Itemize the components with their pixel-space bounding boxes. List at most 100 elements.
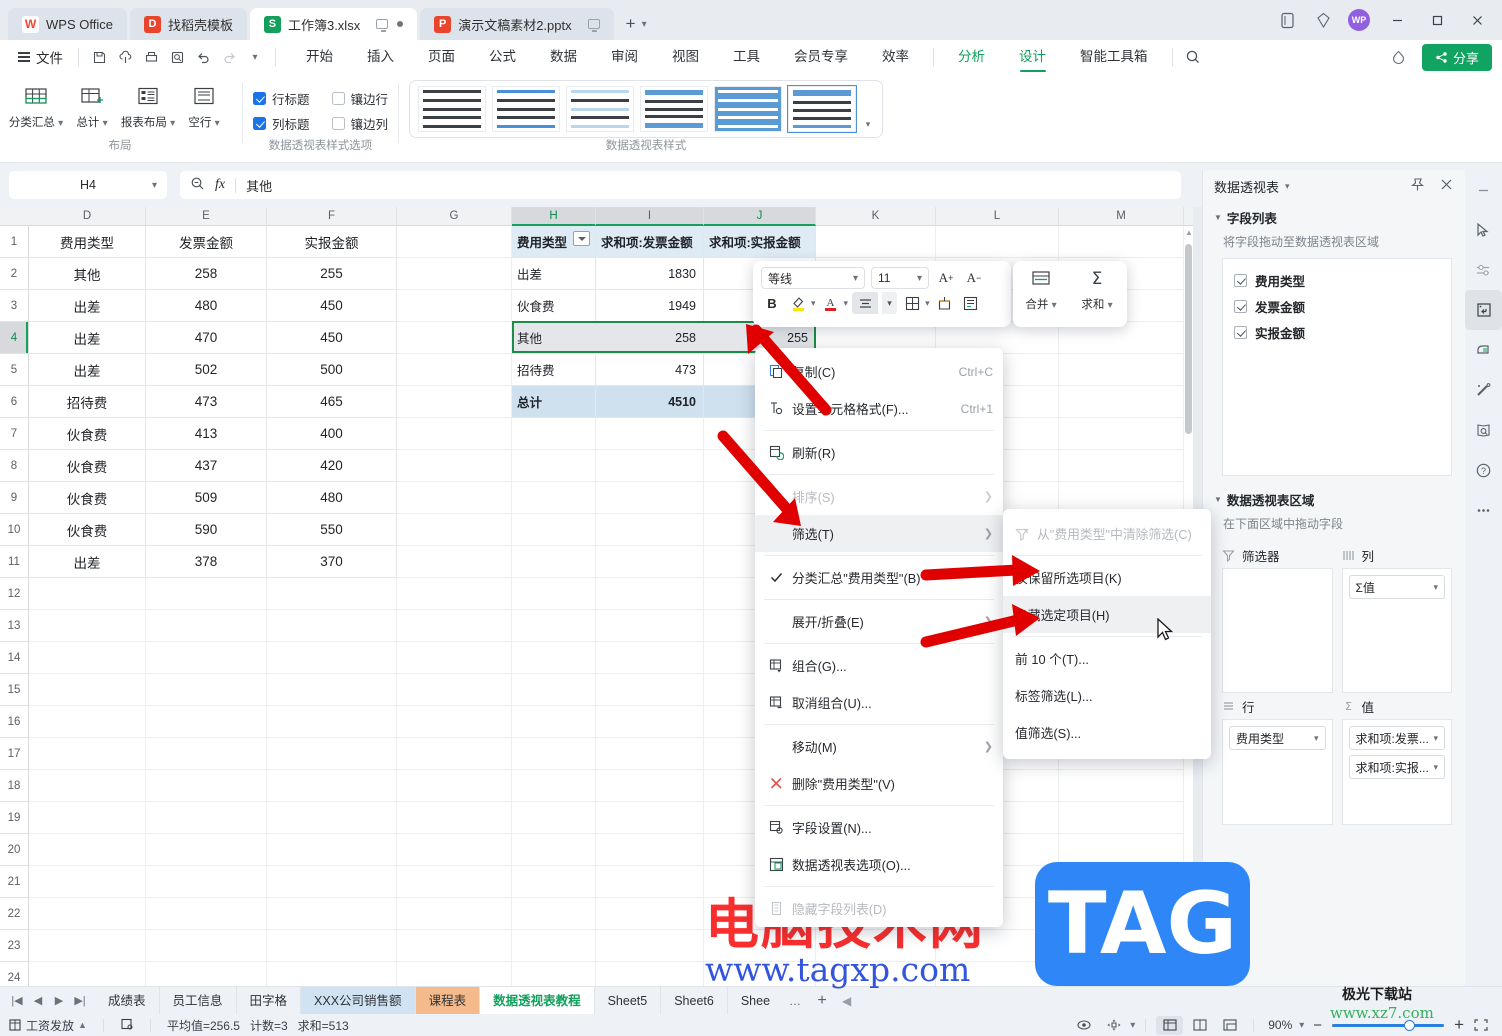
eye-view-icon[interactable] xyxy=(1070,1016,1097,1035)
gallery-more-icon[interactable]: ▾ xyxy=(862,86,874,132)
tab-view[interactable]: 视图 xyxy=(655,40,716,74)
col-header-H[interactable]: H xyxy=(512,207,596,226)
font-size-select[interactable]: 11 ▾ xyxy=(871,267,929,289)
search-icon[interactable] xyxy=(1180,44,1206,70)
grid-cell-empty[interactable] xyxy=(512,642,596,674)
grid-cell-empty[interactable] xyxy=(596,578,704,610)
page-layout-icon[interactable] xyxy=(1186,1016,1213,1035)
print-icon[interactable] xyxy=(138,44,164,70)
grid-cell-empty[interactable] xyxy=(816,226,936,258)
menu-item-10[interactable]: 展开/折叠(E) ❯ xyxy=(755,603,1003,640)
floating-mini-toolbar[interactable]: 等线 ▾ 11 ▾ A + A − B ▾ A ▾ ▾ ▾ xyxy=(753,261,1011,327)
grid-cell-empty[interactable] xyxy=(146,962,267,986)
grid-cell-empty[interactable] xyxy=(397,386,512,418)
grid-cell-empty[interactable] xyxy=(29,706,146,738)
grid-cell-empty[interactable] xyxy=(596,450,704,482)
tab-design[interactable]: 设计 xyxy=(1002,40,1063,74)
grid-cell-empty[interactable] xyxy=(512,930,596,962)
source-cell-actual[interactable]: 500 xyxy=(267,354,397,386)
pivot-cell-type[interactable]: 招待费 xyxy=(512,354,596,386)
field-item-expense-type[interactable]: 费用类型 xyxy=(1223,267,1451,293)
close-button[interactable] xyxy=(1458,5,1496,35)
chevron-down-icon[interactable]: ▾ xyxy=(1433,762,1438,773)
grid-cell-empty[interactable] xyxy=(29,802,146,834)
grid-cell-empty[interactable] xyxy=(267,578,397,610)
field-item-invoice-amount[interactable]: 发票金额 xyxy=(1223,293,1451,319)
chevron-down-icon[interactable]: ▾ xyxy=(152,180,157,191)
grid-cell-empty[interactable] xyxy=(267,802,397,834)
grid-cell-empty[interactable] xyxy=(1059,834,1184,866)
row-header-4[interactable]: 4 xyxy=(0,322,29,354)
cursor-icon[interactable] xyxy=(1465,210,1502,250)
chevron-down-icon[interactable]: ▾ xyxy=(1433,733,1438,744)
source-cell-actual[interactable]: 420 xyxy=(267,450,397,482)
pivot-style-thumb[interactable] xyxy=(640,86,709,132)
grid-cell-empty[interactable] xyxy=(146,834,267,866)
source-cell-actual[interactable]: 450 xyxy=(267,290,397,322)
grid-cell-empty[interactable] xyxy=(29,610,146,642)
collapse-rail-icon[interactable] xyxy=(1465,170,1502,210)
field-list-section-header[interactable]: ▼ 字段列表 xyxy=(1203,202,1465,230)
grid-cell-empty[interactable] xyxy=(397,866,512,898)
grid-cell-empty[interactable] xyxy=(512,514,596,546)
grid-cell-empty[interactable] xyxy=(146,642,267,674)
submenu-item-5[interactable]: 前 10 个(T)... xyxy=(1003,640,1211,677)
format-painter-icon[interactable] xyxy=(934,292,956,314)
grid-cell-empty[interactable] xyxy=(397,226,512,258)
source-cell-actual[interactable]: 255 xyxy=(267,258,397,290)
filter-submenu[interactable]: 从"费用类型"中清除筛选(C) 仅保留所选项目(K) 隐藏选定项目(H) 前 10 个… xyxy=(1003,509,1211,759)
value-field-pill-invoice[interactable]: 求和项:发票... ▾ xyxy=(1348,726,1445,750)
grid-cell-empty[interactable] xyxy=(397,546,512,578)
source-cell-type[interactable]: 出差 xyxy=(29,354,146,386)
grid-cell-empty[interactable] xyxy=(397,802,512,834)
row-header-5[interactable]: 5 xyxy=(0,354,29,386)
submenu-item-6[interactable]: 标签筛选(L)... xyxy=(1003,677,1211,714)
chevron-down-icon[interactable]: ▾ xyxy=(844,298,849,309)
sheet-tab-tianzige[interactable]: 田字格 xyxy=(237,986,302,1015)
scroll-down-icon[interactable]: ▼ xyxy=(1185,974,1193,984)
grid-cell-empty[interactable] xyxy=(146,706,267,738)
col-header-G[interactable]: G xyxy=(397,207,512,226)
grid-cell-empty[interactable] xyxy=(512,546,596,578)
settings-sliders-icon[interactable] xyxy=(1465,250,1502,290)
pivot-total-label[interactable]: 总计 xyxy=(512,386,596,418)
grid-cell-empty[interactable] xyxy=(397,322,512,354)
grid-cell-empty[interactable] xyxy=(29,674,146,706)
fullscreen-icon[interactable] xyxy=(1467,1016,1494,1035)
recording-macro-icon[interactable] xyxy=(120,1017,134,1034)
menu-item-3[interactable]: 刷新(R) xyxy=(755,434,1003,471)
minimize-button[interactable] xyxy=(1378,5,1416,35)
col-header-F[interactable]: F xyxy=(267,207,397,226)
row-header-2[interactable]: 2 xyxy=(0,258,29,290)
source-cell-invoice[interactable]: 590 xyxy=(146,514,267,546)
grid-cell-empty[interactable] xyxy=(512,674,596,706)
grid-cell-empty[interactable] xyxy=(146,866,267,898)
column-field-pill[interactable]: Σ值 ▾ xyxy=(1348,575,1445,599)
grid-cell-empty[interactable] xyxy=(29,866,146,898)
grid-cell-empty[interactable] xyxy=(1059,802,1184,834)
add-sheet-button[interactable]: + xyxy=(808,992,836,1010)
tab-efficiency[interactable]: 效率 xyxy=(865,40,926,74)
grid-cell-empty[interactable] xyxy=(596,514,704,546)
source-header-expense-type[interactable]: 费用类型 xyxy=(29,226,146,258)
zoom-out-button[interactable]: − xyxy=(1313,1017,1322,1034)
grid-cell-empty[interactable] xyxy=(512,482,596,514)
collaboration-icon[interactable] xyxy=(1386,44,1412,70)
tab-formula[interactable]: 公式 xyxy=(472,40,533,74)
source-cell-type[interactable]: 伙食费 xyxy=(29,514,146,546)
row-header-21[interactable]: 21 xyxy=(0,866,29,898)
tab-tools[interactable]: 工具 xyxy=(716,40,777,74)
print-preview-icon[interactable] xyxy=(164,44,190,70)
more-icon[interactable] xyxy=(1465,490,1502,530)
grid-cell-empty[interactable] xyxy=(267,674,397,706)
source-cell-invoice[interactable]: 258 xyxy=(146,258,267,290)
value-dropzone[interactable]: 求和项:发票... ▾ 求和项:实报... ▾ xyxy=(1341,719,1452,825)
col-header-J[interactable]: J xyxy=(704,207,816,226)
sheet-tab-pivot-tutorial[interactable]: 数据透视表教程 xyxy=(480,986,595,1015)
name-box[interactable]: H4 ▾ xyxy=(9,171,167,199)
grid-cell-empty[interactable] xyxy=(267,770,397,802)
check-banded-columns[interactable]: 镶边列 xyxy=(331,114,388,133)
grid-cell-empty[interactable] xyxy=(397,898,512,930)
grid-cell-empty[interactable] xyxy=(936,930,1059,962)
grid-cell-empty[interactable] xyxy=(512,834,596,866)
